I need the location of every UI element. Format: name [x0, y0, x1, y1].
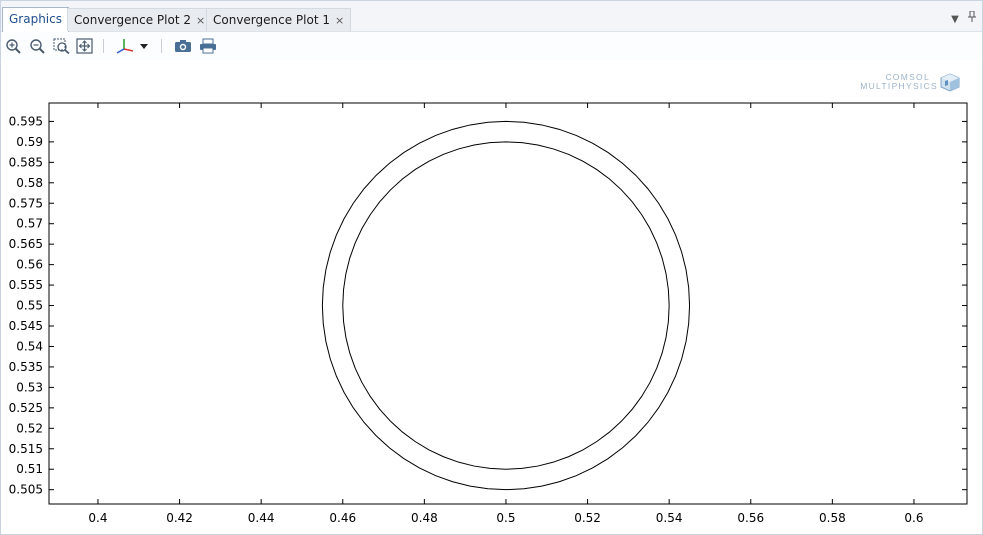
y-tick-label: 0.51 [16, 462, 43, 476]
y-tick-label: 0.545 [9, 319, 43, 333]
plot-frame [48, 102, 968, 505]
x-tick-label: 0.5 [496, 511, 515, 525]
y-tick-label: 0.58 [16, 176, 43, 190]
y-tick-label: 0.515 [9, 442, 43, 456]
x-tick-label: 0.44 [248, 511, 275, 525]
x-tick-label: 0.6 [904, 511, 923, 525]
x-tick-label: 0.54 [656, 511, 683, 525]
x-tick-label: 0.56 [737, 511, 764, 525]
y-tick-label: 0.555 [9, 278, 43, 292]
x-tick-label: 0.46 [329, 511, 356, 525]
x-tick-label: 0.42 [166, 511, 193, 525]
y-tick-label: 0.505 [9, 483, 43, 497]
plot-svg: 0.4 0.42 0.44 0.46 0.48 0.5 0.52 0.54 0.56 0.58 0.… [9, 102, 968, 525]
y-tick-label: 0.595 [9, 114, 43, 128]
x-tick-label: 0.4 [88, 511, 107, 525]
y-tick-label: 0.525 [9, 401, 43, 415]
y-tick-label: 0.57 [16, 217, 43, 231]
y-tick-label: 0.56 [16, 258, 43, 272]
x-tick-label: 0.52 [574, 511, 601, 525]
graphics-window: Graphics Convergence Plot 2 × Convergence… [0, 0, 983, 535]
y-tick-label: 0.535 [9, 360, 43, 374]
y-tick-label: 0.565 [9, 237, 43, 251]
y-tick-label: 0.59 [16, 135, 43, 149]
y-tick-label: 0.55 [16, 299, 43, 313]
x-tick-label: 0.58 [819, 511, 846, 525]
y-tick-label: 0.585 [9, 155, 43, 169]
y-tick-label: 0.52 [16, 421, 43, 435]
y-tick-label: 0.54 [16, 339, 43, 353]
y-tick-label: 0.575 [9, 196, 43, 210]
x-tick-label: 0.48 [411, 511, 438, 525]
y-tick-label: 0.53 [16, 380, 43, 394]
